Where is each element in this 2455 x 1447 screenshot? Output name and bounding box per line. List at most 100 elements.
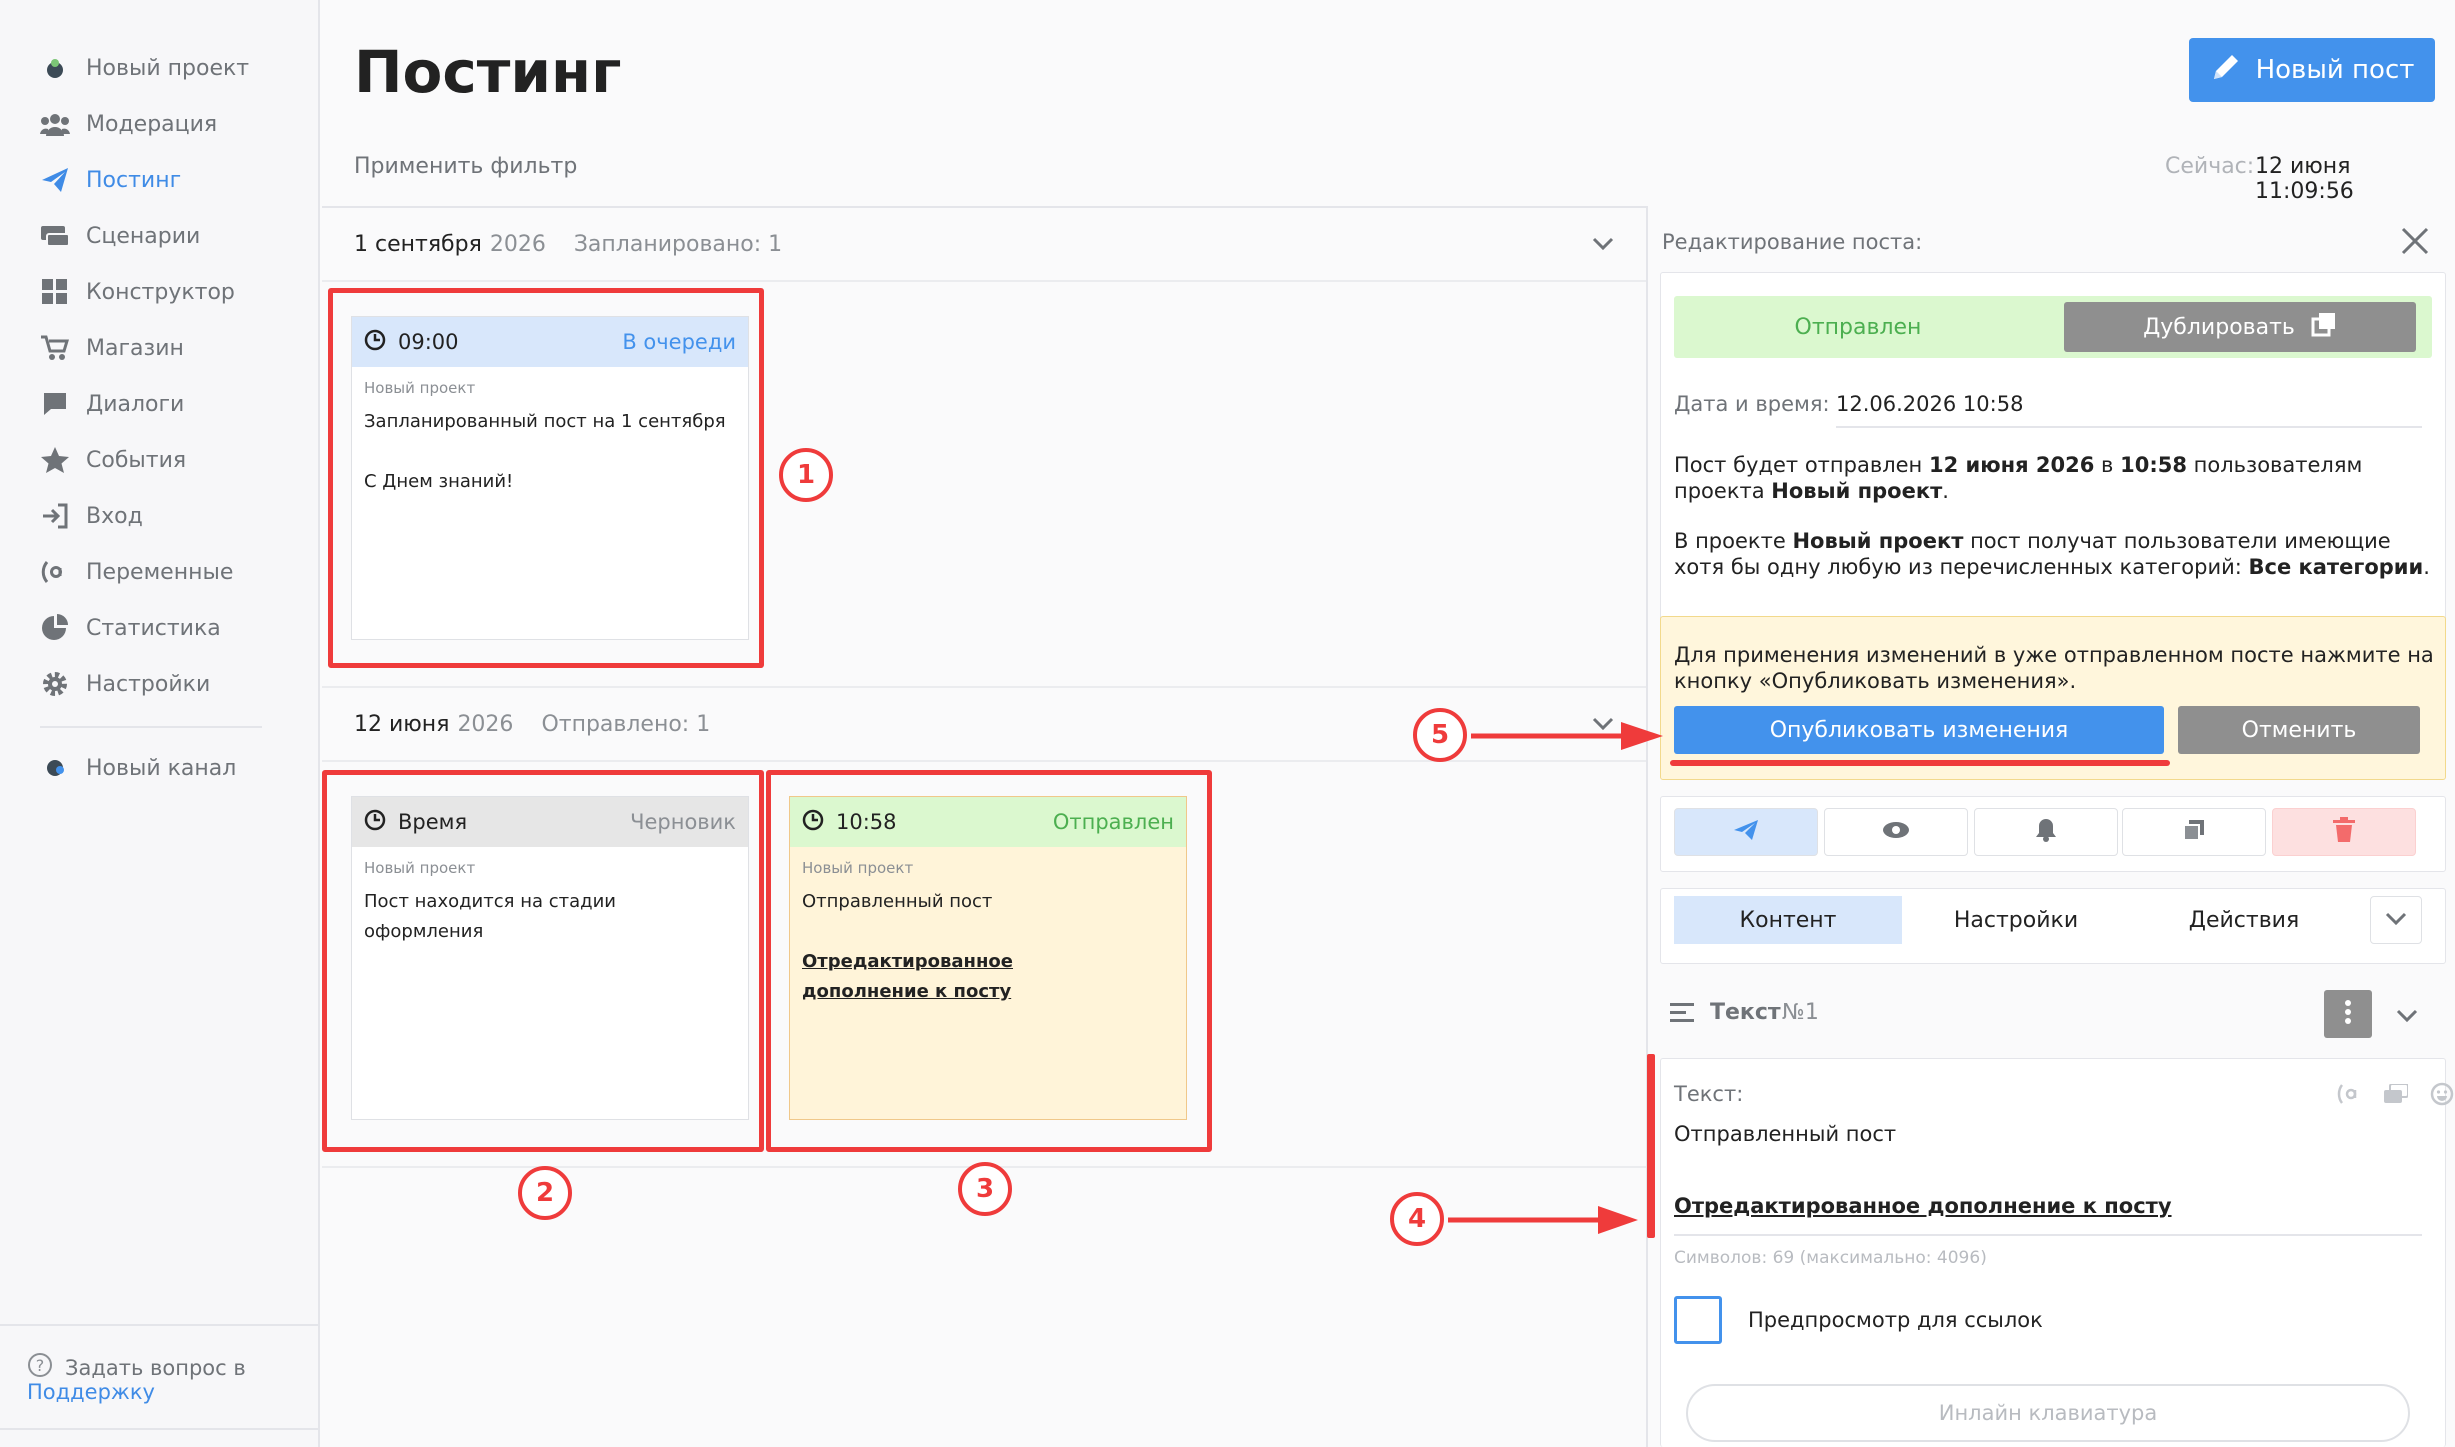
datetime-label: Дата и время: [1674, 392, 1830, 416]
sidebar-divider [40, 726, 262, 728]
tabs-dropdown-button[interactable] [2370, 896, 2422, 944]
text-content-underlined[interactable]: Отредактированное дополнение к посту [1674, 1194, 2172, 1218]
eye-icon [1882, 821, 1910, 843]
copy-action-button[interactable] [2122, 808, 2266, 856]
copy-icon [2183, 819, 2205, 845]
group-year: 2026 [489, 232, 546, 257]
annotation-underline-5 [1670, 760, 2170, 766]
copy-icon [2311, 311, 2337, 343]
users-icon [40, 109, 70, 139]
text-field-label: Текст: [1674, 1082, 1744, 1106]
sidebar-footer-divider [0, 1324, 320, 1326]
bell-icon [2035, 818, 2057, 846]
group-header-june[interactable]: 12 июня 2026 Отправлено: 1 [354, 712, 710, 737]
status-sent-label: Отправлен [1794, 314, 1922, 340]
question-circle-icon: ? [27, 1352, 53, 1383]
group-divider [322, 280, 1646, 282]
inline-keyboard-button[interactable]: Инлайн клавиатура [1686, 1384, 2410, 1442]
annotation-badge-4: 4 [1390, 1192, 1444, 1246]
paper-plane-icon [40, 165, 70, 195]
gear-icon [40, 669, 70, 699]
preview-action-button[interactable] [1824, 808, 1968, 856]
new-post-button[interactable]: Новый пост [2189, 38, 2435, 102]
pencil-icon [2210, 51, 2242, 90]
variable-icon [40, 557, 70, 587]
block-title: Текст [1710, 1000, 1781, 1025]
tab-settings[interactable]: Настройки [1902, 896, 2130, 944]
text-field-underline [1674, 1234, 2422, 1236]
chevron-down-icon [2385, 911, 2407, 930]
sidebar-item-constructor[interactable]: Конструктор [40, 272, 235, 312]
sidebar-item-login[interactable]: Вход [40, 496, 143, 536]
annotation-box-1 [328, 288, 764, 668]
tab-content[interactable]: Контент [1674, 896, 1902, 944]
publish-changes-button[interactable]: Опубликовать изменения [1674, 706, 2164, 754]
channel-avatar-icon [40, 753, 70, 783]
post-info-text: Пост будет отправлен 12 июня 2026 в 10:5… [1674, 453, 2363, 503]
annotation-badge-1: 1 [779, 448, 833, 502]
sidebar-item-settings[interactable]: Настройки [40, 664, 210, 704]
block-menu-button[interactable] [2324, 990, 2372, 1038]
more-vertical-icon [2344, 999, 2352, 1029]
help-row: ? Задать вопрос в [27, 1352, 246, 1383]
sidebar-item-events[interactable]: События [40, 440, 186, 480]
sidebar: Новый проект Модерация Постинг Сценарии … [0, 0, 320, 1447]
datetime-input[interactable]: 12.06.2026 10:58 [1836, 384, 2422, 428]
annotation-badge-3: 3 [958, 1162, 1012, 1216]
send-action-button[interactable] [1674, 808, 1818, 856]
now-value: 12 июня 11:09:56 [2255, 154, 2354, 204]
scenario-icon [40, 221, 70, 251]
align-left-icon [1670, 1002, 1696, 1028]
duplicate-button[interactable]: Дублировать [2064, 302, 2416, 352]
group-date: 1 сентября [354, 232, 482, 257]
warning-text: Для применения изменений в уже отправлен… [1674, 643, 2434, 693]
sidebar-item-statistics[interactable]: Статистика [40, 608, 221, 648]
sidebar-item-dialogs[interactable]: Диалоги [40, 384, 184, 424]
pie-chart-icon [40, 613, 70, 643]
delete-action-button[interactable] [2272, 808, 2416, 856]
text-content-line[interactable]: Отправленный пост [1674, 1122, 1896, 1146]
group-year: 2026 [457, 712, 514, 737]
sidebar-item-variables[interactable]: Переменные [40, 552, 233, 592]
header-divider [322, 206, 1646, 208]
chat-icon [40, 389, 70, 419]
template-icon[interactable] [2384, 1083, 2409, 1108]
warning-box [1660, 616, 2446, 780]
edit-post-panel: Редактирование поста: Отправлен Дублиров… [1646, 206, 2455, 1447]
sidebar-item-posting[interactable]: Постинг [40, 160, 181, 200]
annotation-arrow-4 [1448, 1204, 1648, 1240]
variable-icon[interactable] [2336, 1082, 2362, 1110]
grid-icon [40, 277, 70, 307]
chevron-down-icon[interactable] [2396, 1008, 2418, 1027]
post-audience-text: В проекте Новый проект пост получат поль… [1674, 529, 2430, 579]
tab-actions[interactable]: Действия [2130, 896, 2358, 944]
sidebar-item-shop[interactable]: Магазин [40, 328, 184, 368]
trash-icon [2333, 817, 2355, 847]
svg-text:?: ? [36, 1356, 45, 1375]
close-icon[interactable] [2400, 226, 2430, 260]
chevron-down-icon[interactable] [1592, 236, 1614, 255]
link-preview-label: Предпросмотр для ссылок [1748, 1308, 2043, 1332]
annotation-box-3 [766, 770, 1212, 1152]
group-header-september[interactable]: 1 сентября 2026 Запланировано: 1 [354, 232, 782, 257]
star-icon [40, 445, 70, 475]
notify-action-button[interactable] [1974, 808, 2118, 856]
link-preview-checkbox[interactable] [1674, 1296, 1722, 1344]
group-stat: Запланировано: 1 [573, 232, 783, 257]
sidebar-item-channel[interactable]: Новый канал [40, 748, 236, 788]
group-stat: Отправлено: 1 [541, 712, 711, 737]
support-link[interactable]: Поддержку [27, 1380, 155, 1404]
sidebar-item-project[interactable]: Новый проект [40, 48, 249, 88]
sidebar-item-scenarios[interactable]: Сценарии [40, 216, 200, 256]
sign-in-icon [40, 501, 70, 531]
annotation-badge-2: 2 [518, 1166, 572, 1220]
cancel-button[interactable]: Отменить [2178, 706, 2420, 754]
apply-filter-link[interactable]: Применить фильтр [354, 154, 577, 179]
annotation-badge-5: 5 [1413, 708, 1467, 762]
section-divider [322, 686, 1646, 688]
annotation-arrow-5 [1471, 720, 1671, 756]
paper-plane-icon [1733, 819, 1759, 845]
cart-icon [40, 333, 70, 363]
emoji-icon[interactable] [2430, 1082, 2454, 1110]
sidebar-item-moderation[interactable]: Модерация [40, 104, 217, 144]
